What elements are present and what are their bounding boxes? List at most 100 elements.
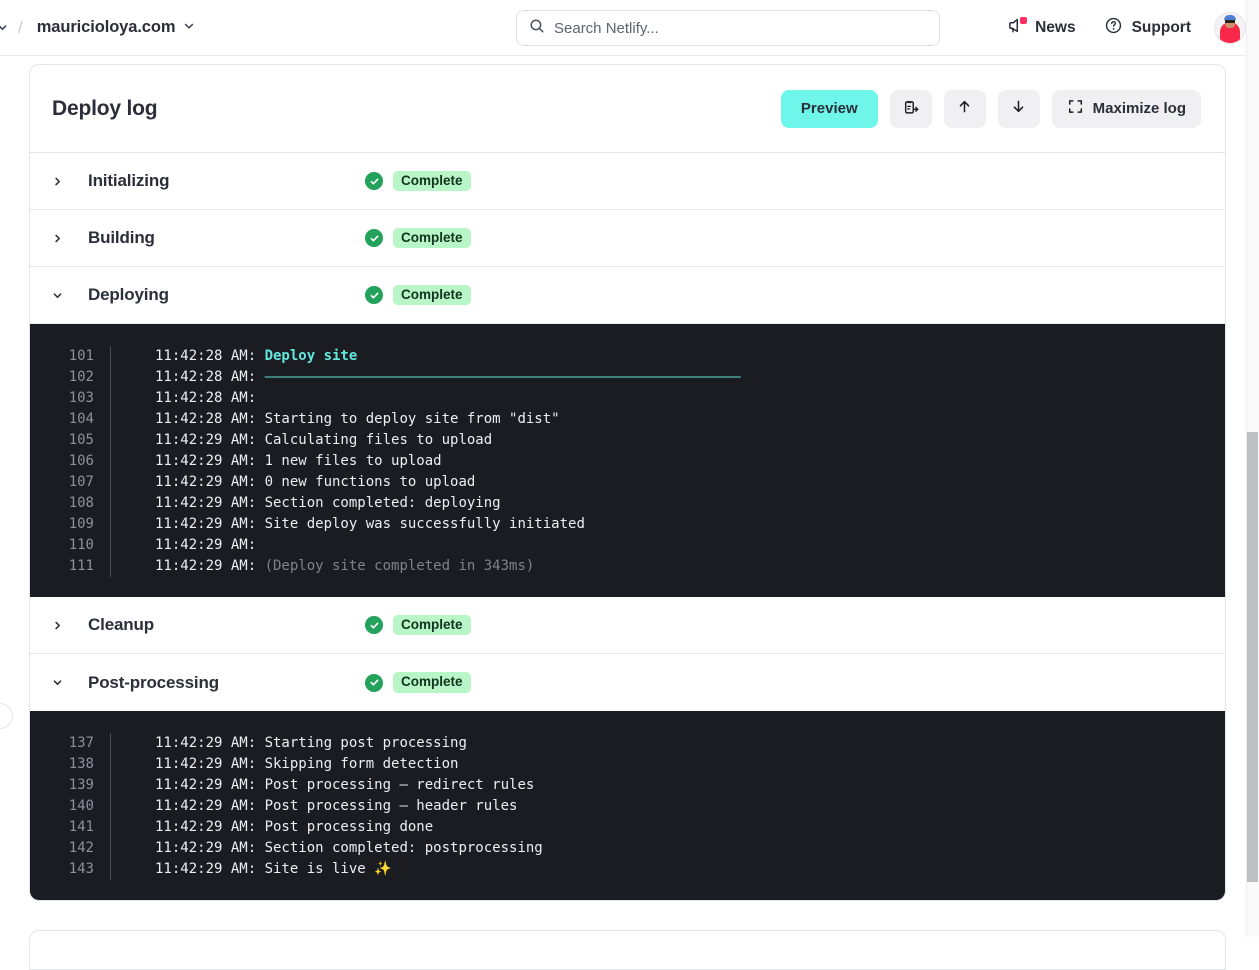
log-line: 137 11:42:29 AM: Starting post processing — [30, 733, 1225, 754]
log-line-number: 104 — [68, 411, 94, 427]
support-button[interactable]: Support — [1090, 10, 1205, 46]
chevron-down-icon — [183, 19, 195, 37]
log-line-number: 110 — [68, 537, 94, 553]
status-badge: Complete — [365, 284, 471, 306]
status-badge-label: Complete — [393, 284, 471, 306]
log-line: 102 11:42:28 AM: ————————————————————————… — [30, 367, 1225, 388]
log-line: 106 11:42:29 AM: 1 new files to upload — [30, 451, 1225, 472]
deploying-log-output[interactable]: 101 11:42:28 AM: Deploy site 102 11:42:28 A… — [30, 324, 1225, 597]
log-message: Post processing — header rules — [264, 798, 518, 814]
log-line-text: 11:42:29 AM: Calculating files to upload — [111, 430, 492, 451]
log-message: 0 new functions to upload — [264, 474, 476, 490]
stage-name: Initializing — [88, 171, 170, 190]
stage-name: Deploying — [88, 285, 169, 304]
search-container — [516, 10, 940, 46]
next-section-card — [29, 930, 1226, 970]
log-timestamp: 11:42:29 AM: — [155, 432, 265, 448]
post-processing-log-output[interactable]: 137 11:42:29 AM: Starting post processing… — [30, 711, 1225, 900]
breadcrumb-team-chevron-down-icon[interactable] — [0, 22, 8, 33]
clipboard-copy-icon — [902, 98, 920, 120]
log-line-text: 11:42:29 AM: 0 new functions to upload — [111, 472, 475, 493]
log-line: 142 11:42:29 AM: Section completed: postp… — [30, 838, 1225, 859]
stage-name: Post-processing — [88, 672, 219, 692]
log-timestamp: 11:42:29 AM: — [155, 453, 265, 469]
log-message: Starting post processing — [264, 735, 467, 751]
search-box[interactable] — [516, 10, 940, 46]
check-circle-icon — [365, 172, 383, 190]
avatar-hat — [1224, 15, 1236, 20]
top-bar-actions: News Support — [993, 0, 1245, 56]
news-label: News — [1035, 19, 1076, 36]
question-circle-icon — [1104, 16, 1123, 40]
page-title: Deploy log — [52, 96, 158, 120]
log-line-number: 102 — [68, 369, 94, 385]
stage-row-building[interactable]: Building Complete — [30, 210, 1225, 267]
log-line: 139 11:42:29 AM: Post processing — redire… — [30, 775, 1225, 796]
page-scrollbar-thumb[interactable] — [1247, 432, 1258, 882]
avatar[interactable] — [1215, 13, 1245, 43]
log-line-number: 105 — [68, 432, 94, 448]
log-line-text: 11:42:29 AM: Site deploy was successfull… — [111, 514, 585, 535]
log-message: Section completed: deploying — [264, 495, 501, 511]
log-line-number: 109 — [68, 516, 94, 532]
log-line: 140 11:42:29 AM: Post processing — header… — [30, 796, 1225, 817]
copy-log-button[interactable] — [889, 89, 932, 128]
breadcrumb: / mauricioloya.com — [0, 0, 195, 55]
log-line: 107 11:42:29 AM: 0 new functions to uploa… — [30, 472, 1225, 493]
log-timestamp: 11:42:29 AM: — [155, 819, 265, 835]
log-line-number: 140 — [68, 798, 94, 814]
stage-name: Building — [88, 228, 155, 247]
stage-row-cleanup[interactable]: Cleanup Complete — [30, 597, 1225, 654]
search-input[interactable] — [554, 11, 927, 45]
log-line-text: 11:42:29 AM: (Deploy site completed in 3… — [111, 556, 534, 577]
preview-button[interactable]: Preview — [780, 89, 878, 128]
log-message: Post processing — redirect rules — [264, 777, 535, 793]
log-message: Section completed: postprocessing — [264, 840, 543, 856]
log-message: Post processing done — [264, 819, 434, 835]
log-line-number: 108 — [68, 495, 94, 511]
check-circle-icon — [365, 616, 383, 634]
log-line-number: 141 — [68, 819, 94, 835]
log-line-number: 137 — [68, 735, 94, 751]
scroll-to-bottom-button[interactable] — [997, 89, 1040, 128]
scroll-to-top-button[interactable] — [943, 89, 986, 128]
log-message: Starting to deploy site from "dist" — [264, 411, 560, 427]
status-badge-label: Complete — [393, 170, 471, 192]
chevron-right-icon — [52, 176, 88, 187]
maximize-log-button[interactable]: Maximize log — [1051, 89, 1201, 128]
log-line: 104 11:42:28 AM: Starting to deploy site … — [30, 409, 1225, 430]
log-line: 109 11:42:29 AM: Site deploy was successf… — [30, 514, 1225, 535]
log-timestamp: 11:42:29 AM: — [155, 516, 265, 532]
log-line-text: 11:42:29 AM: Post processing — header ru… — [111, 796, 517, 817]
log-timestamp: 11:42:29 AM: — [155, 861, 265, 877]
stage-row-post-processing[interactable]: Post-processing Complete — [30, 654, 1225, 711]
log-line-number: 101 — [68, 348, 94, 364]
log-timestamp: 11:42:29 AM: — [155, 474, 265, 490]
log-line-number: 142 — [68, 840, 94, 856]
log-timestamp: 11:42:28 AM: — [155, 411, 265, 427]
breadcrumb-site-selector[interactable]: mauricioloya.com — [37, 18, 196, 37]
support-label: Support — [1131, 19, 1191, 36]
stage-row-initializing[interactable]: Initializing Complete — [30, 153, 1225, 210]
status-badge: Complete — [365, 672, 471, 693]
log-message: 1 new files to upload — [264, 453, 442, 469]
status-badge: Complete — [365, 170, 471, 192]
log-timestamp: 11:42:28 AM: — [155, 369, 265, 385]
sidebar-collapse-toggle[interactable] — [0, 703, 13, 729]
log-message: ————————————————————————————————————————… — [264, 369, 741, 385]
deploy-log-card: Deploy log Preview Maximize log Initiali… — [29, 64, 1226, 901]
chevron-down-icon — [52, 677, 88, 688]
log-line-text: 11:42:28 AM: Deploy site — [111, 346, 357, 367]
stage-row-deploying[interactable]: Deploying Complete — [30, 267, 1225, 324]
stage-name: Cleanup — [88, 615, 155, 634]
log-line: 138 11:42:29 AM: Skipping form detection — [30, 754, 1225, 775]
page-scrollbar-track[interactable] — [1246, 0, 1259, 937]
news-unread-badge — [1020, 17, 1028, 24]
status-badge: Complete — [365, 614, 471, 636]
breadcrumb-separator: / — [18, 17, 23, 37]
check-circle-icon — [365, 286, 383, 304]
log-line-number: 103 — [68, 390, 94, 406]
top-navigation-bar: / mauricioloya.com News — [0, 0, 1259, 56]
news-button[interactable]: News — [993, 10, 1090, 46]
log-line-number: 106 — [68, 453, 94, 469]
